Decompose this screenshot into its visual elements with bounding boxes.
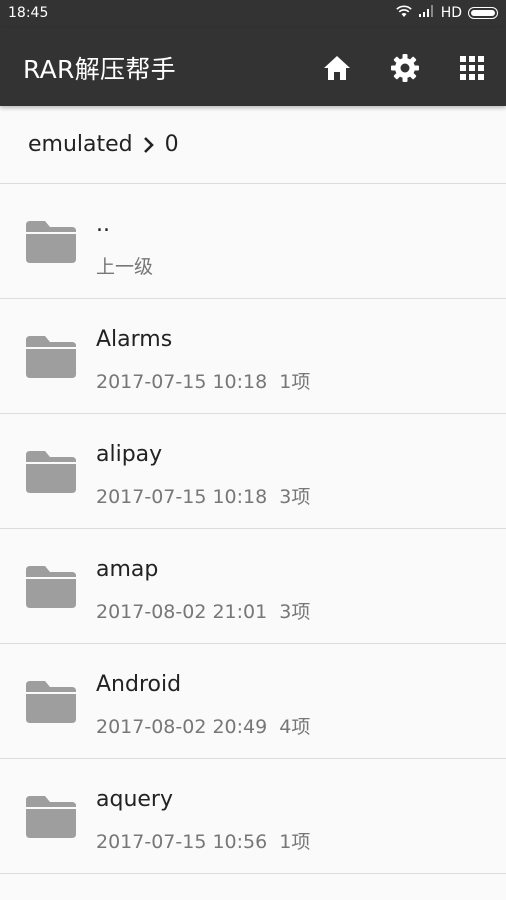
file-meta: 上一级 (96, 256, 154, 278)
file-name: aquery (96, 787, 173, 812)
breadcrumb-parent[interactable]: emulated (28, 132, 133, 157)
folder-icon (26, 796, 76, 838)
file-row[interactable]: alipay 2017-07-15 10:18 3项 (0, 414, 506, 529)
settings-button[interactable] (389, 52, 421, 84)
signal-icon (418, 5, 435, 21)
file-name: Alarms (96, 327, 173, 352)
folder-icon (26, 451, 76, 493)
file-meta: 2017-08-02 21:01 3项 (96, 601, 311, 623)
battery-icon (468, 7, 498, 19)
file-name: Android (96, 672, 182, 697)
folder-icon (26, 336, 76, 378)
network-type: HD (440, 5, 462, 21)
app-title: RAR解压帮手 (23, 55, 176, 84)
file-name: alipay (96, 442, 163, 467)
home-icon (324, 56, 350, 80)
breadcrumb: emulated 0 (0, 106, 506, 184)
breadcrumb-current: 0 (164, 132, 179, 157)
file-meta: 2017-07-15 10:18 3项 (96, 486, 311, 508)
status-time: 18:45 (8, 5, 49, 21)
chevron-right-icon (143, 136, 155, 154)
status-indicators: HD (395, 4, 498, 22)
folder-icon (26, 221, 76, 263)
file-row[interactable]: Android 2017-08-02 20:49 4项 (0, 644, 506, 759)
file-row[interactable]: amap 2017-08-02 21:01 3项 (0, 529, 506, 644)
wifi-icon (395, 4, 413, 22)
app-bar: RAR解压帮手 (0, 28, 506, 106)
file-name: amap (96, 557, 159, 582)
file-list: .. 上一级 Alarms 2017-07-15 10:18 1项 alipay… (0, 184, 506, 874)
folder-icon (26, 566, 76, 608)
file-row[interactable]: aquery 2017-07-15 10:56 1项 (0, 759, 506, 874)
file-name: .. (96, 212, 110, 237)
file-row[interactable]: Alarms 2017-07-15 10:18 1项 (0, 299, 506, 414)
folder-icon (26, 681, 76, 723)
home-button[interactable] (321, 52, 353, 84)
grid-menu-button[interactable] (456, 52, 488, 84)
grid-icon (460, 56, 484, 80)
gear-icon (391, 54, 419, 82)
status-bar: 18:45 HD (0, 0, 506, 28)
file-row-parent[interactable]: .. 上一级 (0, 184, 506, 299)
file-meta: 2017-07-15 10:18 1项 (96, 371, 311, 393)
file-meta: 2017-08-02 20:49 4项 (96, 716, 311, 738)
file-meta: 2017-07-15 10:56 1项 (96, 831, 311, 853)
